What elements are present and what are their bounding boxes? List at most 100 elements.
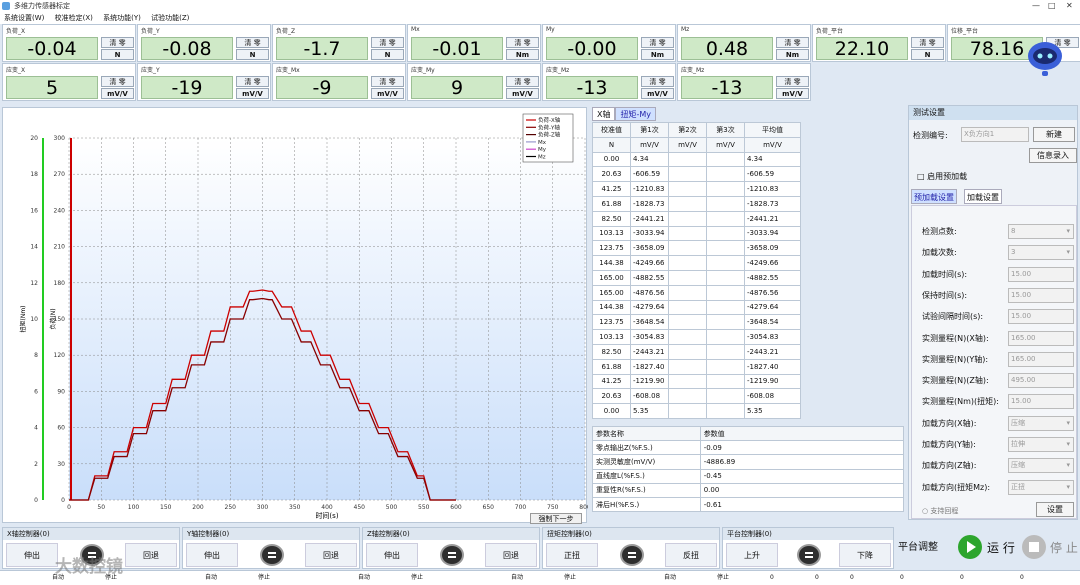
field-input[interactable]: 165.00	[1008, 330, 1074, 346]
table-row[interactable]: 103.13 -3054.83 -3054.83	[592, 329, 801, 345]
field-input[interactable]: 15.00	[1008, 394, 1074, 410]
info-entry-button[interactable]: 信息录入	[1029, 148, 1077, 163]
menu-system-settings[interactable]: 系统设置(W)	[0, 12, 48, 24]
stop-icon[interactable]	[797, 544, 821, 566]
table-row[interactable]: 0.00 4.34 4.34	[592, 151, 801, 168]
tab-torque-my[interactable]: 扭矩-My	[615, 107, 657, 121]
table-row[interactable]: 82.50 -2441.21 -2441.21	[592, 210, 801, 227]
table-row[interactable]: 103.13 -3033.94 -3033.94	[592, 225, 801, 242]
y2-tick-label: 2	[34, 461, 38, 468]
field-input[interactable]: 165.00	[1008, 351, 1074, 367]
menu-system-function[interactable]: 系统功能(Y)	[99, 12, 145, 24]
param-cell: -4886.89	[699, 454, 905, 470]
tab-preload-settings[interactable]: 预加载设置	[911, 189, 957, 204]
forward-button[interactable]: 伸出	[186, 543, 238, 567]
backward-button[interactable]: 下降	[839, 543, 891, 567]
table-cell: -606.59	[630, 166, 669, 183]
close-button[interactable]: ✕	[1066, 0, 1073, 12]
clear-button[interactable]: 清 零	[506, 76, 539, 87]
table-cell: -2443.21	[744, 343, 801, 360]
table-row[interactable]: 61.88 -1827.40 -1827.40	[592, 358, 801, 375]
stop-icon[interactable]	[620, 544, 644, 566]
tab-x-axis[interactable]: X轴	[592, 107, 616, 121]
clear-button[interactable]: 清 零	[776, 37, 809, 48]
backward-button[interactable]: 回退	[305, 543, 357, 567]
new-button[interactable]: 新建	[1033, 127, 1075, 142]
tile-label: 负荷_Y	[141, 28, 160, 35]
assistant-robot-icon[interactable]	[1025, 38, 1065, 78]
clear-button[interactable]: 清 零	[101, 37, 134, 48]
table-row[interactable]: 61.88 -1828.73 -1828.73	[592, 195, 801, 212]
clear-button[interactable]: 清 零	[236, 37, 269, 48]
field-input[interactable]: 正扭 ▾	[1008, 479, 1074, 495]
table-row[interactable]: 123.75 -3648.54 -3648.54	[592, 314, 801, 331]
tile-value: 5	[6, 76, 98, 99]
clear-button[interactable]: 清 零	[236, 76, 269, 87]
x-tick-label: 200	[192, 504, 204, 511]
clear-button[interactable]: 清 零	[101, 76, 134, 87]
stop-button[interactable]: 停 止	[1019, 531, 1079, 563]
backward-button[interactable]: 回退	[485, 543, 537, 567]
forward-button[interactable]: 伸出	[366, 543, 418, 567]
field-input[interactable]: 拉伸 ▾	[1008, 437, 1074, 452]
field-input[interactable]: 15.00	[1008, 309, 1074, 325]
field-input[interactable]: 15.00	[1008, 266, 1074, 282]
tile-label: 应变_Y	[141, 67, 160, 74]
forward-button[interactable]: 伸出	[6, 543, 58, 567]
field-input[interactable]: 495.00	[1008, 373, 1074, 389]
table-row[interactable]: 20.63 -606.59 -606.59	[592, 166, 801, 183]
controller-title: X轴控制器(0)	[3, 528, 179, 540]
tile-unit: mV/V	[776, 88, 809, 99]
field-input[interactable]: 15.00	[1008, 287, 1074, 303]
clear-button[interactable]: 清 零	[641, 37, 674, 48]
sensor-tile: 应变_My 9 清 零 mV/V	[407, 63, 541, 101]
table-row[interactable]: 165.00 -4876.56 -4876.56	[592, 284, 801, 301]
tab-load-settings[interactable]: 加载设置	[964, 189, 1002, 204]
field-input[interactable]: 压缩 ▾	[1008, 415, 1074, 431]
y2-tick-label: 18	[30, 171, 38, 178]
table-row[interactable]: 165.00 -4882.55 -4882.55	[592, 269, 801, 286]
table-row[interactable]: 144.38 -4249.66 -4249.66	[592, 255, 801, 271]
table-cell: -2441.21	[630, 210, 669, 227]
force-next-step-button[interactable]: 强制下一步	[530, 513, 582, 524]
preload-checkbox[interactable]: □ 启用预加载	[917, 171, 967, 182]
table-row[interactable]: 0.00 5.35 5.35	[592, 403, 801, 419]
stop-icon[interactable]	[440, 544, 464, 566]
support-return-checkbox[interactable]: ○ 支持回程	[922, 506, 958, 516]
minimize-button[interactable]: —	[1032, 0, 1040, 12]
field-input[interactable]: 3 ▾	[1008, 245, 1074, 261]
param-cell: -0.61	[699, 496, 905, 513]
y2-tick-label: 12	[30, 280, 38, 287]
clear-button[interactable]: 清 零	[911, 37, 944, 48]
clear-button[interactable]: 清 零	[776, 76, 809, 87]
table-row[interactable]: 41.25 -1219.90 -1219.90	[592, 373, 801, 390]
backward-button[interactable]: 回退	[125, 543, 177, 567]
y2-tick-label: 20	[30, 135, 38, 142]
menu-bar: 系统设置(W) 校准检定(X) 系统功能(Y) 试验功能(Z)	[0, 12, 1080, 24]
table-row[interactable]: 20.63 -608.08 -608.08	[592, 388, 801, 405]
table-cell	[668, 151, 707, 168]
field-label: 加载次数:	[922, 248, 957, 258]
forward-button[interactable]: 上升	[726, 543, 778, 567]
clear-button[interactable]: 清 零	[371, 76, 404, 87]
menu-calibration[interactable]: 校准检定(X)	[51, 12, 97, 24]
field-input[interactable]: 8 ▾	[1008, 224, 1074, 239]
stop-icon[interactable]	[260, 544, 284, 566]
menu-test-function[interactable]: 试验功能(Z)	[147, 12, 193, 24]
table-cell: -2441.21	[744, 210, 801, 227]
clear-button[interactable]: 清 零	[371, 37, 404, 48]
forward-button[interactable]: 正扭	[546, 543, 598, 567]
table-row[interactable]: 41.25 -1210.83 -1210.83	[592, 181, 801, 197]
run-button[interactable]: 运 行	[955, 531, 1015, 563]
detect-id-input[interactable]: X负方向1	[961, 127, 1029, 142]
settings-button[interactable]: 设置	[1036, 502, 1074, 517]
clear-button[interactable]: 清 零	[641, 76, 674, 87]
table-row[interactable]: 123.75 -3658.09 -3658.09	[592, 240, 801, 257]
table-cell	[706, 151, 745, 168]
table-row[interactable]: 144.38 -4279.64 -4279.64	[592, 299, 801, 316]
maximize-button[interactable]: □	[1048, 0, 1056, 12]
table-row[interactable]: 82.50 -2443.21 -2443.21	[592, 343, 801, 360]
clear-button[interactable]: 清 零	[506, 37, 539, 48]
backward-button[interactable]: 反扭	[665, 543, 717, 567]
field-input[interactable]: 压缩 ▾	[1008, 458, 1074, 474]
